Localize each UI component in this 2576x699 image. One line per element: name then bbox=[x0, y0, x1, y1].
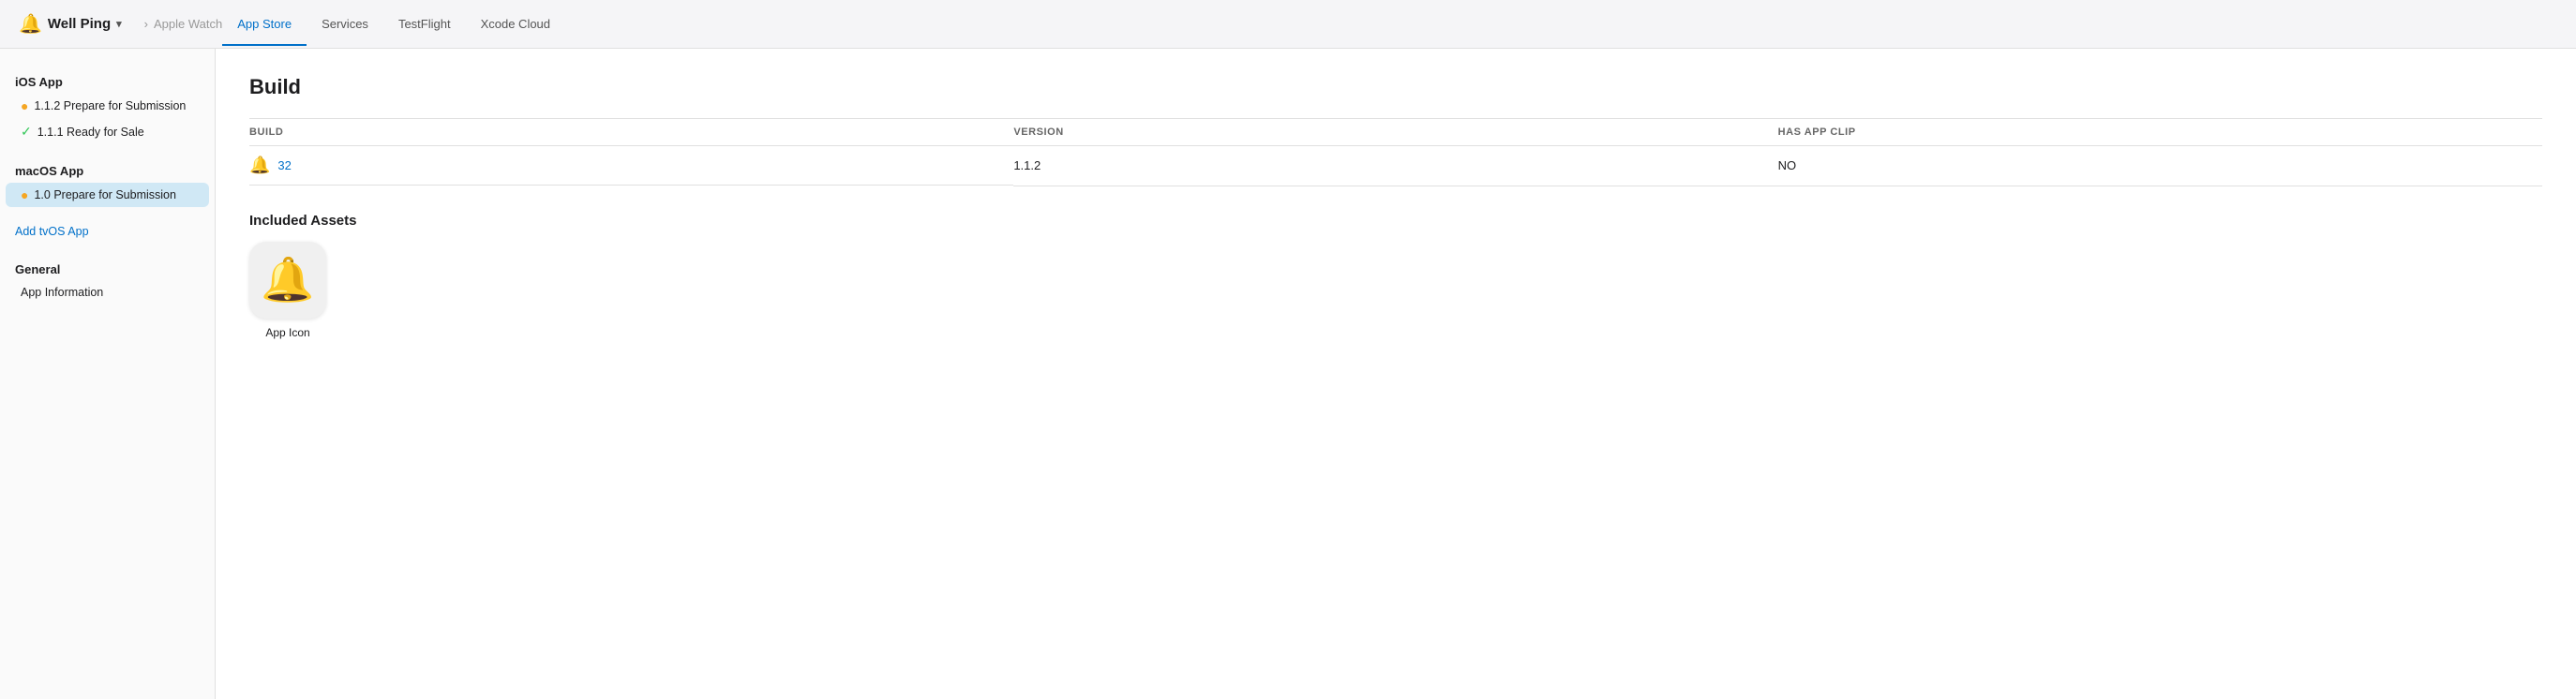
asset-icon-wrapper: 🔔 bbox=[249, 242, 326, 319]
col-header-has-app-clip: HAS APP CLIP bbox=[1778, 119, 2542, 146]
table-row: 🔔 32 1.1.2 NO bbox=[249, 146, 2542, 186]
col-header-version: VERSION bbox=[1013, 119, 1777, 146]
layout: iOS App ● 1.1.2 Prepare for Submission ✓… bbox=[0, 49, 2576, 699]
breadcrumb-separator: › bbox=[144, 17, 148, 31]
build-section-title: Build bbox=[249, 75, 2542, 99]
app-logo-icon: 🔔 bbox=[19, 12, 42, 36]
chevron-down-icon: ▾ bbox=[116, 18, 122, 30]
tab-testflight[interactable]: TestFlight bbox=[383, 4, 466, 46]
sidebar-ios-section: iOS App bbox=[0, 67, 215, 93]
app-logo[interactable]: 🔔 Well Ping ▾ bbox=[19, 12, 122, 36]
sidebar-item-label: 1.0 Prepare for Submission bbox=[34, 188, 175, 201]
asset-card-app-icon: 🔔 App Icon bbox=[249, 242, 326, 339]
breadcrumb-inactive: Apple Watch bbox=[154, 17, 222, 31]
sidebar-item-ios-111[interactable]: ✓ 1.1.1 Ready for Sale bbox=[6, 119, 209, 144]
nav-tabs: App Store Services TestFlight Xcode Clou… bbox=[222, 3, 565, 45]
sidebar-item-ios-112[interactable]: ● 1.1.2 Prepare for Submission bbox=[6, 94, 209, 118]
sidebar-item-label: 1.1.2 Prepare for Submission bbox=[34, 99, 186, 112]
build-table: BUILD VERSION HAS APP CLIP 🔔 32 1.1.2 NO bbox=[249, 118, 2542, 186]
sidebar-item-app-information[interactable]: App Information bbox=[6, 281, 209, 304]
has-app-clip-cell: NO bbox=[1778, 146, 2542, 186]
sidebar: iOS App ● 1.1.2 Prepare for Submission ✓… bbox=[0, 49, 216, 699]
sidebar-macos-section: macOS App bbox=[0, 156, 215, 182]
status-dot-yellow: ● bbox=[21, 98, 28, 113]
asset-icon: 🔔 bbox=[261, 254, 314, 305]
status-dot-yellow-macos: ● bbox=[21, 187, 28, 202]
build-row-icon: 🔔 bbox=[249, 156, 270, 175]
tab-app-store[interactable]: App Store bbox=[222, 4, 307, 46]
asset-label: App Icon bbox=[265, 326, 309, 339]
sidebar-item-macos-10[interactable]: ● 1.0 Prepare for Submission bbox=[6, 183, 209, 207]
tab-services[interactable]: Services bbox=[307, 4, 383, 46]
build-cell: 🔔 32 bbox=[249, 146, 1013, 186]
app-name: Well Ping bbox=[48, 16, 111, 32]
status-dot-green: ✓ bbox=[21, 124, 32, 140]
col-header-build: BUILD bbox=[249, 119, 1013, 146]
sidebar-item-label: 1.1.1 Ready for Sale bbox=[37, 126, 144, 139]
sidebar-general-section: General bbox=[0, 255, 215, 280]
top-nav: 🔔 Well Ping ▾ › Apple Watch App Store Se… bbox=[0, 0, 2576, 49]
sidebar-item-label: App Information bbox=[21, 286, 103, 299]
tab-xcode-cloud[interactable]: Xcode Cloud bbox=[466, 4, 565, 46]
included-assets-title: Included Assets bbox=[249, 213, 2542, 229]
version-cell: 1.1.2 bbox=[1013, 146, 1777, 186]
add-tvos-link[interactable]: Add tvOS App bbox=[0, 219, 215, 244]
main-content: Build BUILD VERSION HAS APP CLIP 🔔 32 1.… bbox=[216, 49, 2576, 699]
build-number-link[interactable]: 32 bbox=[277, 158, 291, 172]
